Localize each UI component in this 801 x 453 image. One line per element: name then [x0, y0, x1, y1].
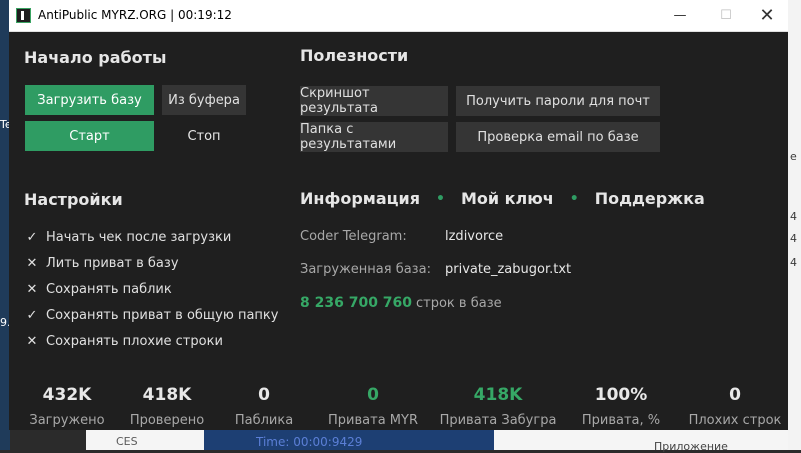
desktop-fragment: CES	[116, 435, 138, 448]
tab-support[interactable]: Поддержка	[595, 189, 705, 208]
tab-info[interactable]: Информация	[300, 189, 420, 208]
results-folder-button[interactable]: Папка с результатами	[300, 122, 448, 152]
stat-value: 100%	[594, 385, 648, 405]
close-button[interactable]: ✕	[744, 0, 790, 31]
separator-dot-icon: •	[569, 190, 579, 207]
setting-push-private-to-base[interactable]: ✕ Лить приват в базу	[24, 253, 179, 273]
useful-heading: Полезности	[300, 46, 409, 65]
cross-icon: ✕	[26, 255, 38, 271]
title-bar: AntiPublic MYRZ.ORG | 00:19:12 — ☐ ✕	[9, 0, 788, 32]
setting-label: Лить приват в базу	[46, 255, 179, 271]
desktop-fragment: е	[790, 150, 797, 163]
setting-start-check-after-load[interactable]: ✓ Начать чек после загрузки	[24, 227, 232, 247]
screenshot-result-button[interactable]: Скриншот результата	[300, 86, 448, 116]
desktop-fragment: 4	[790, 256, 797, 269]
start-heading: Начало работы	[24, 48, 167, 67]
info-tabs: Информация • Мой ключ • Поддержка	[300, 189, 705, 208]
setting-label: Сохранять паблик	[46, 281, 172, 297]
setting-save-private-common-folder[interactable]: ✓ Сохранять приват в общую папку	[24, 305, 279, 325]
check-icon: ✓	[26, 307, 38, 323]
stat-value: 418K	[473, 385, 523, 405]
stat-label: Привата Забугра	[439, 413, 557, 428]
check-email-button[interactable]: Проверка email по базе	[456, 122, 660, 152]
coder-telegram-label: Coder Telegram:	[300, 229, 407, 244]
start-button[interactable]: Старт	[25, 121, 154, 151]
stat-private-percent: 100% Привата, %	[556, 385, 686, 428]
setting-save-bad-lines[interactable]: ✕ Сохранять плохие строки	[24, 331, 223, 351]
minimize-button[interactable]: —	[657, 0, 703, 31]
desktop-background-right: е 4 4 4	[788, 0, 801, 450]
maximize-button[interactable]: ☐	[703, 0, 749, 31]
stat-value: 0	[729, 385, 741, 405]
get-passwords-button[interactable]: Получить пароли для почт	[456, 86, 660, 116]
setting-label: Начать чек после загрузки	[46, 229, 232, 245]
check-icon: ✓	[26, 229, 38, 245]
loaded-base-label: Загруженная база:	[300, 262, 431, 277]
background-time: Time: 00:00:9429	[256, 435, 363, 449]
stat-private-myr: 0 Привата MYR	[308, 385, 438, 428]
app-logo-icon	[16, 8, 31, 23]
setting-save-public[interactable]: ✕ Сохранять паблик	[24, 279, 172, 299]
stat-private-abroad: 418K Привата Забугра	[433, 385, 563, 428]
window-title: AntiPublic MYRZ.ORG | 00:19:12	[38, 8, 232, 22]
desktop-fragment: 4	[790, 232, 797, 245]
line-count-label: строк в базе	[416, 296, 502, 311]
stat-bad-lines: 0 Плохих строк	[670, 385, 800, 428]
tab-my-key[interactable]: Мой ключ	[461, 189, 554, 208]
cross-icon: ✕	[26, 333, 38, 349]
from-clipboard-button[interactable]: Из буфера	[162, 85, 246, 115]
loaded-base-value: private_zabugor.txt	[445, 262, 572, 277]
background-app-label: Приложение	[654, 440, 728, 453]
settings-heading: Настройки	[24, 190, 123, 209]
cross-icon: ✕	[26, 281, 38, 297]
app-window: AntiPublic MYRZ.ORG | 00:19:12 — ☐ ✕ Нач…	[9, 0, 788, 430]
coder-telegram-value: lzdivorce	[445, 229, 504, 244]
stat-label: Привата, %	[581, 413, 661, 428]
desktop-fragment: 4	[790, 210, 797, 223]
separator-dot-icon: •	[435, 190, 445, 207]
stat-label: Плохих строк	[688, 413, 782, 428]
setting-label: Сохранять приват в общую папку	[46, 307, 279, 323]
stat-value: 0	[367, 385, 379, 405]
load-base-button[interactable]: Загрузить базу	[25, 85, 154, 115]
stop-button[interactable]: Стоп	[162, 121, 246, 151]
line-count: 8 236 700 760	[300, 295, 413, 311]
desktop-background-bottom: CES Time: 00:00:9429 Приложение	[86, 430, 788, 453]
setting-label: Сохранять плохие строки	[46, 333, 223, 349]
stat-label: Привата MYR	[328, 413, 418, 428]
